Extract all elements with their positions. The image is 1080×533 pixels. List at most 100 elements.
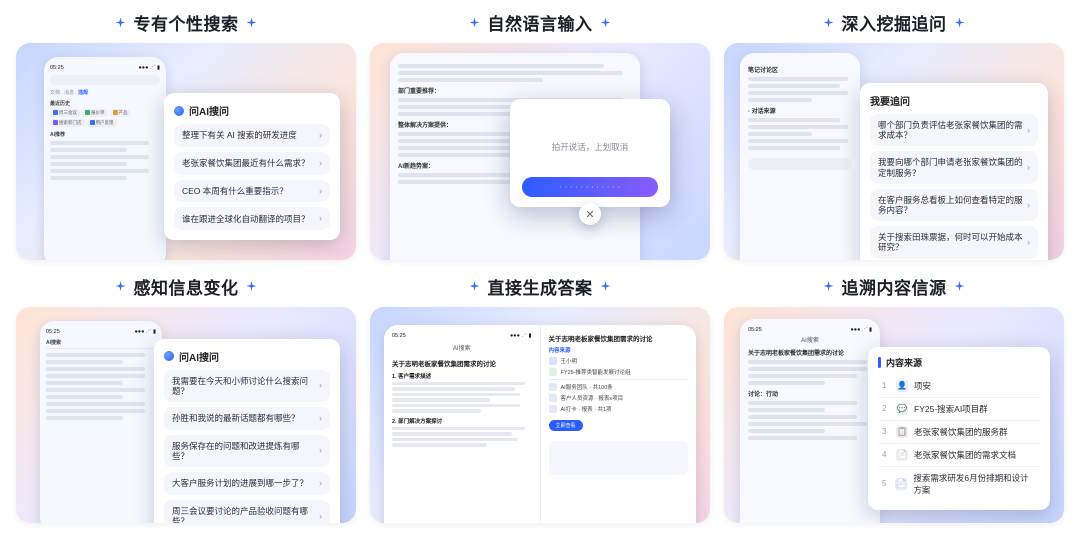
followup-card: 我要追问 哪个部门负责评估老张家餐饮集团的需求成本？› 我要向哪个部门申请老张家…	[860, 83, 1048, 260]
feature-card: 05:25●●● ⋰ ▮ AI搜索 关于志明老板家餐饮集团需求的讨论 讨论：行动…	[724, 307, 1064, 524]
recent-chip[interactable]: 搜索新门店	[50, 119, 85, 127]
suggestion-item[interactable]: 孙胜和我说的最新话题都有哪些？›	[164, 407, 330, 430]
feature-card: 05:25●●● ⋰ ▮ AI搜索 关于志明老板家餐饮集团需求的讨论 1. 客户…	[370, 307, 710, 524]
source-row[interactable]: AI打卡 · 报表 · 共1项	[549, 405, 689, 413]
voice-input-modal: 拍开说话，上划取消 · · · · · · · · · · · · ✕	[510, 99, 670, 207]
doc-icon: 📄	[896, 449, 908, 461]
spark-icon	[247, 281, 257, 291]
chevron-right-icon: ›	[1027, 162, 1030, 173]
suggestion-item[interactable]: 谁在跟进全球化自动翻译的项目？›	[174, 207, 330, 230]
followup-item[interactable]: 在客户服务总看板上如何查看特定的服务内容？›	[870, 189, 1038, 221]
source-item[interactable]: 2💬FY25-搜索AI项目群	[878, 398, 1040, 421]
chevron-right-icon: ›	[319, 380, 322, 391]
suggestion-item[interactable]: 老张家餐饮集团最近有什么需求？›	[174, 152, 330, 175]
spark-icon	[116, 18, 126, 28]
feature-title-row: 专有个性搜索	[116, 10, 257, 35]
ai-icon	[164, 351, 174, 361]
chevron-right-icon: ›	[1027, 237, 1030, 248]
source-row[interactable]: FY25-推荐类智能发展讨论组	[549, 368, 689, 376]
feature-direct-answer: 直接生成答案 05:25●●● ⋰ ▮ AI搜索 关于志明老板家餐饮集团需求的讨…	[370, 274, 710, 524]
voice-hint: 拍开说话，上划取消	[552, 141, 629, 153]
recent-chip[interactable]: 用户反馈	[87, 119, 117, 127]
spark-icon	[955, 18, 965, 28]
source-row[interactable]: 客户人员资源 · 报表x项目	[549, 394, 689, 402]
suggestion-item[interactable]: 周三会议要讨论的产品验收问题有哪些？›	[164, 500, 330, 523]
spark-icon	[470, 18, 480, 28]
recent-chip[interactable]: 产品	[110, 109, 131, 117]
source-row[interactable]: AI服务团队 · 共100条	[549, 383, 689, 391]
search-bar[interactable]	[50, 75, 160, 85]
answer-left-pane: 05:25●●● ⋰ ▮ AI搜索 关于志明老板家餐饮集团需求的讨论 1. 客户…	[384, 325, 541, 524]
chevron-right-icon: ›	[319, 445, 322, 456]
feature-card: 笔记讨论区 · 对话来源 我要追问 哪个部门负责评估老张家餐饮集团的需求成本？›…	[724, 43, 1064, 260]
close-button[interactable]: ✕	[579, 203, 601, 225]
feature-title: 专有个性搜索	[134, 10, 239, 35]
ai-icon	[174, 106, 184, 116]
suggestion-item[interactable]: 服务保存在的问题和改进提炼有哪些？›	[164, 435, 330, 467]
followup-item[interactable]: 我要向哪个部门申请老张家餐饮集团的定制服务？›	[870, 151, 1038, 183]
feature-title: 感知信息变化	[134, 274, 239, 299]
suggestion-item[interactable]: CEO 本周有什么重要指示？›	[174, 180, 330, 203]
view-button[interactable]: 立即查看	[549, 420, 583, 431]
phone-mock: 05:25●●● ⋰ ▮ AI搜索 关于志明老板家餐饮集团需求的讨论 讨论：行动	[740, 319, 880, 524]
source-item[interactable]: 3📋老张家餐饮集团的服务群	[878, 421, 1040, 444]
spark-icon	[824, 281, 834, 291]
sources-title: 内容来源	[878, 356, 1040, 369]
feature-title: 深入挖掘追问	[842, 10, 947, 35]
chevron-right-icon: ›	[319, 511, 322, 522]
followup-item[interactable]: 关于搜索田珠票据，何时可以开始成本研究？›	[870, 226, 1038, 258]
phone-mock: 笔记讨论区 · 对话来源	[740, 53, 860, 260]
feature-card: 05:25●●● ⋰ ▮ 文档 消息 违规 最近历史 周三会议 报价单 产品 搜…	[16, 43, 356, 260]
spark-icon	[955, 281, 965, 291]
ai-suggestion-card: 问AI搜问 整理下有关 AI 搜索的研发进度› 老张家餐饮集团最近有什么需求？›…	[164, 93, 340, 240]
followup-item[interactable]: 哪个部门负责评估老张家餐饮集团的需求成本？›	[870, 114, 1038, 146]
clipboard-icon: 📋	[896, 426, 908, 438]
answer-right-pane: 关于志明老板家餐饮集团需求的讨论 内容来源 王小明 FY25-推荐类智能发展讨论…	[541, 325, 697, 524]
suggestion-item[interactable]: 我需要在今天和小师讨论什么搜索问题？›	[164, 370, 330, 402]
chevron-right-icon: ›	[1027, 125, 1030, 136]
feature-nl-input: 自然语言输入 部门重要推荐： 整体解决方案提供： AI新趋势案： 拍开说话，上划…	[370, 10, 710, 260]
source-item[interactable]: 1👤项安	[878, 375, 1040, 398]
source-row[interactable]: 王小明	[549, 357, 689, 365]
suggestion-item[interactable]: 整理下有关 AI 搜索的研发进度›	[174, 124, 330, 147]
feature-title: 自然语言输入	[488, 10, 593, 35]
chevron-right-icon: ›	[1027, 200, 1030, 211]
phone-tabs: 文档 消息 违规	[50, 89, 160, 96]
spark-icon	[601, 281, 611, 291]
source-item[interactable]: 4📄老张家餐饮集团的需求文档	[878, 444, 1040, 467]
chevron-right-icon: ›	[319, 158, 322, 169]
chevron-right-icon: ›	[319, 478, 322, 489]
feature-trace-source: 追溯内容信源 05:25●●● ⋰ ▮ AI搜索 关于志明老板家餐饮集团需求的讨…	[724, 274, 1064, 524]
tab-active[interactable]: 违规	[78, 89, 88, 96]
feature-title: 直接生成答案	[488, 274, 593, 299]
voice-record-button[interactable]: · · · · · · · · · · · ·	[522, 177, 658, 197]
phone-mock: 05:25●●● ⋰ ▮ 文档 消息 违规 最近历史 周三会议 报价单 产品 搜…	[44, 57, 166, 260]
feature-grid: 专有个性搜索 05:25●●● ⋰ ▮ 文档 消息 违规 最近历史 周三会议 报…	[0, 0, 1080, 533]
chevron-right-icon: ›	[319, 213, 322, 224]
spark-icon	[601, 18, 611, 28]
recent-chip[interactable]: 报价单	[82, 109, 108, 117]
chevron-right-icon: ›	[319, 130, 322, 141]
recent-chip[interactable]: 周三会议	[50, 109, 80, 117]
feature-title: 追溯内容信源	[842, 274, 947, 299]
chevron-right-icon: ›	[319, 186, 322, 197]
sources-card: 内容来源 1👤项安 2💬FY25-搜索AI项目群 3📋老张家餐饮集团的服务群 4…	[868, 347, 1050, 510]
feature-sense-change: 感知信息变化 05:25●●● ⋰ ▮ AI搜索 问AI搜问 我需要在今天和小师…	[16, 274, 356, 524]
spark-icon	[247, 18, 257, 28]
feature-card: 05:25●●● ⋰ ▮ AI搜索 问AI搜问 我需要在今天和小师讨论什么搜索问…	[16, 307, 356, 524]
chat-icon: 💬	[896, 403, 908, 415]
suggestion-item[interactable]: 大客户服务计划的进展到哪一步了？›	[164, 472, 330, 495]
person-icon: 👤	[896, 380, 908, 392]
feature-card: 部门重要推荐： 整体解决方案提供： AI新趋势案： 拍开说话，上划取消 · · …	[370, 43, 710, 260]
phone-mock: 05:25●●● ⋰ ▮ AI搜索	[40, 321, 162, 524]
source-item[interactable]: 5📄搜索需求研发6月份排期和设计方案	[878, 467, 1040, 501]
chevron-right-icon: ›	[319, 413, 322, 424]
answer-header: 关于志明老板家餐饮集团需求的讨论	[392, 358, 532, 368]
ai-suggestion-card: 问AI搜问 我需要在今天和小师讨论什么搜索问题？› 孙胜和我说的最新话题都有哪些…	[154, 339, 340, 524]
phone-wide: 05:25●●● ⋰ ▮ AI搜索 关于志明老板家餐饮集团需求的讨论 1. 客户…	[384, 325, 696, 524]
spark-icon	[470, 281, 480, 291]
feature-personal-search: 专有个性搜索 05:25●●● ⋰ ▮ 文档 消息 违规 最近历史 周三会议 报…	[16, 10, 356, 260]
feature-drilldown: 深入挖掘追问 笔记讨论区 · 对话来源 我要追问 哪个部门负责评估老张家餐饮集团…	[724, 10, 1064, 260]
spark-icon	[116, 281, 126, 291]
spark-icon	[824, 18, 834, 28]
